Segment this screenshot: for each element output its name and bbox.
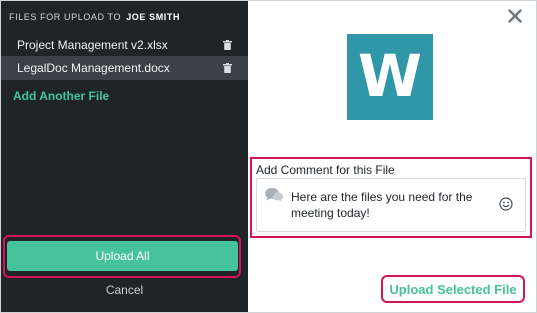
upload-selected-file-button[interactable]: Upload Selected File: [381, 275, 525, 303]
logo-letter: W: [358, 42, 422, 110]
trash-icon[interactable]: [223, 63, 232, 73]
upload-header: FILES FOR UPLOAD TO JOE SMITH: [9, 12, 180, 22]
close-icon[interactable]: [508, 9, 522, 23]
file-list-panel: FILES FOR UPLOAD TO JOE SMITH Project Ma…: [1, 1, 248, 312]
cancel-button[interactable]: Cancel: [1, 283, 248, 297]
trash-icon[interactable]: [223, 40, 232, 50]
file-name: Project Management v2.xlsx: [17, 38, 168, 52]
comment-input-text[interactable]: Here are the files you need for the meet…: [291, 189, 496, 221]
comment-label: Add Comment for this File: [256, 163, 395, 177]
speech-bubble-icon: [265, 188, 283, 202]
emoji-icon[interactable]: [499, 197, 513, 211]
header-prefix: FILES FOR UPLOAD TO: [9, 12, 122, 22]
file-name: LegalDoc Management.docx: [17, 61, 170, 75]
word-document-icon: W: [347, 34, 433, 120]
upload-modal: FILES FOR UPLOAD TO JOE SMITH Project Ma…: [0, 0, 537, 313]
recipient-name: JOE SMITH: [126, 12, 181, 22]
file-list-item-selected[interactable]: LegalDoc Management.docx: [1, 56, 248, 80]
upload-all-button[interactable]: Upload All: [7, 241, 238, 271]
file-list-item[interactable]: Project Management v2.xlsx: [1, 33, 248, 57]
add-another-file-link[interactable]: Add Another File: [13, 89, 109, 103]
